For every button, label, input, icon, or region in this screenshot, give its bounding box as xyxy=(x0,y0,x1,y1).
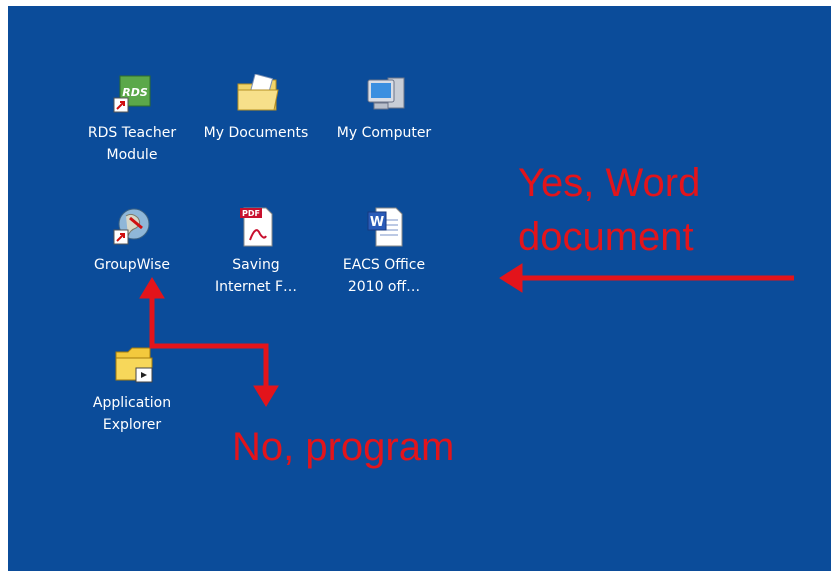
word-doc-icon: W xyxy=(364,206,404,247)
desktop-background: RDS RDS Teacher Module My Documents My C… xyxy=(8,6,831,571)
icon-label: Application Explorer xyxy=(92,395,172,433)
svg-text:RDS: RDS xyxy=(122,86,148,99)
svg-text:W: W xyxy=(370,215,384,230)
desktop-icon-rds-teacher-module[interactable]: RDS RDS Teacher Module xyxy=(70,74,194,166)
icon-label: My Documents xyxy=(203,125,309,141)
icon-label: My Computer xyxy=(336,125,432,141)
computer-icon xyxy=(364,74,405,114)
icon-label: Saving Internet F… xyxy=(214,257,298,295)
arrow-to-word-document xyxy=(499,263,794,293)
rds-icon: RDS xyxy=(112,74,152,114)
svg-text:PDF: PDF xyxy=(242,209,260,218)
globe-icon xyxy=(112,206,152,246)
folder-icon xyxy=(112,344,153,384)
annotation-no-program: No, program xyxy=(232,425,455,469)
desktop-icon-groupwise[interactable]: GroupWise xyxy=(70,206,194,276)
icon-label: RDS Teacher Module xyxy=(87,125,177,163)
desktop-icon-my-documents[interactable]: My Documents xyxy=(194,73,318,144)
annotation-yes-word-document: Yes, Word document xyxy=(518,161,701,259)
pdf-icon: PDF xyxy=(236,206,276,247)
desktop-icon-my-computer[interactable]: My Computer xyxy=(322,74,446,144)
icon-label: GroupWise xyxy=(94,257,170,273)
folder-icon xyxy=(236,73,279,114)
desktop-icon-application-explorer[interactable]: Application Explorer xyxy=(70,344,194,436)
icon-label: EACS Office 2010 off… xyxy=(342,257,426,295)
desktop-icon-eacs-office-word-document[interactable]: W EACS Office 2010 off… xyxy=(322,206,446,298)
desktop-icon-saving-internet-pdf[interactable]: PDF Saving Internet F… xyxy=(194,206,318,298)
